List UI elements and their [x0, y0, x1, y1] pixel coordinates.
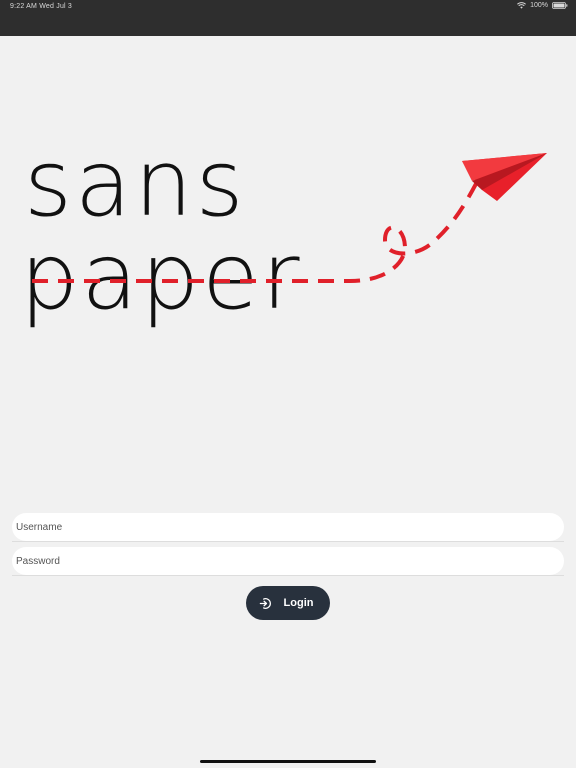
password-underline — [12, 575, 564, 576]
status-time-date: 9:22 AM Wed Jul 3 — [10, 3, 73, 10]
status-indicators: 100% — [517, 2, 568, 9]
login-screen: 9:22 AM Wed Jul 3 100% sans paper Userna… — [0, 0, 576, 768]
username-underline — [12, 541, 564, 542]
login-label: Login — [283, 597, 314, 609]
logo-word-sans: sans — [24, 130, 247, 237]
battery-percent: 100% — [530, 2, 548, 9]
login-button[interactable]: Login — [246, 586, 330, 620]
logo-word-paper: paper — [20, 223, 303, 330]
paper-plane-icon — [462, 153, 547, 201]
login-arrow-icon — [259, 597, 271, 609]
status-bar: 9:22 AM Wed Jul 3 100% — [0, 0, 576, 36]
battery-icon — [552, 2, 568, 9]
password-input[interactable] — [12, 547, 564, 575]
username-input[interactable] — [12, 513, 564, 541]
wifi-icon — [517, 2, 527, 9]
home-indicator[interactable] — [200, 760, 376, 763]
sans-paper-logo: sans paper — [20, 130, 547, 330]
